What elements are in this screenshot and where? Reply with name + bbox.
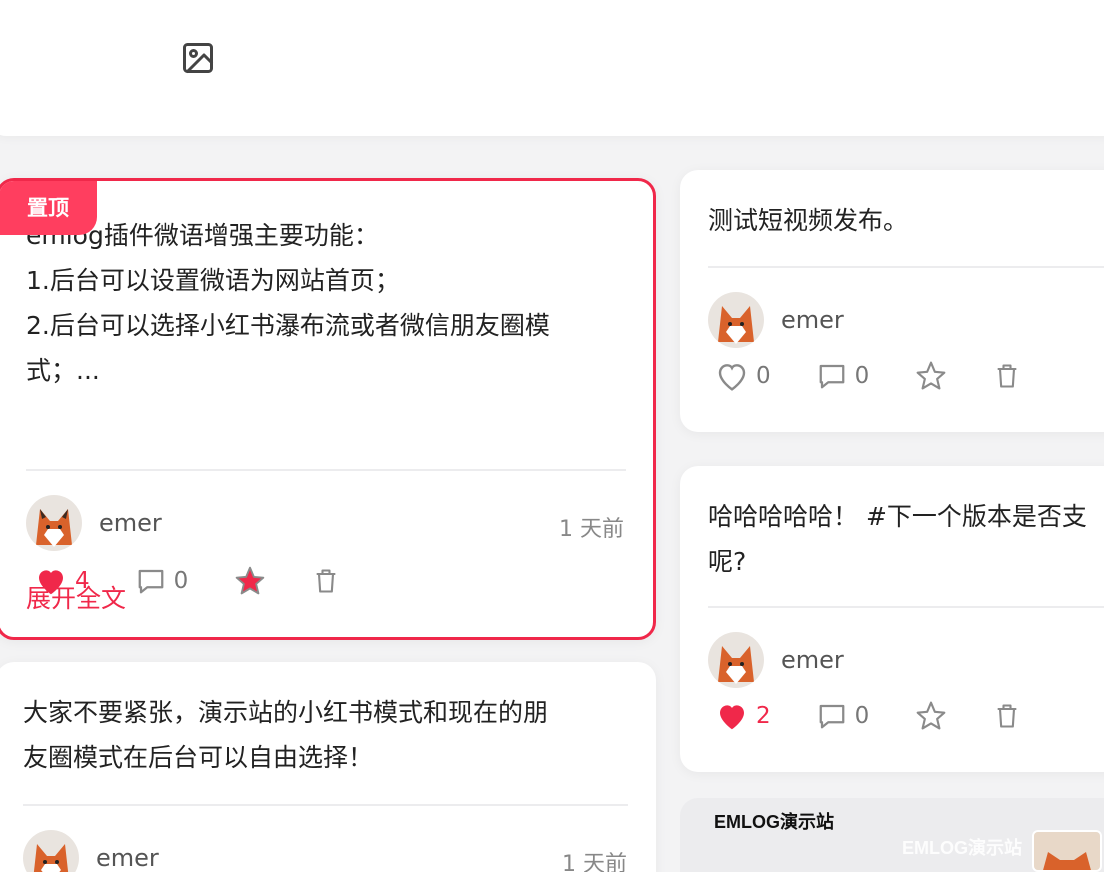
post-content-line: 友圈模式在后台可以自由选择！ [23, 743, 374, 772]
comment-icon [138, 569, 164, 594]
divider [23, 804, 628, 806]
post-card[interactable]: 测试短视频发布。 emer 0 0 [680, 170, 1104, 432]
post-content: 测试短视频发布。 [708, 198, 1104, 243]
heart-icon [718, 364, 746, 391]
post-content-line: 大家不要紧张，演示站的小红书模式和现在的朋 [23, 698, 549, 727]
divider [708, 606, 1104, 608]
avatar[interactable] [26, 495, 82, 551]
star-icon [916, 701, 946, 730]
favorite-button[interactable] [915, 360, 947, 392]
comment-button[interactable]: 0 [817, 701, 870, 731]
action-row: 4 0 [35, 565, 386, 597]
comment-icon [819, 364, 845, 389]
heart-filled-icon [720, 705, 744, 730]
post-content: 大家不要紧张，演示站的小红书模式和现在的朋 友圈模式在后台可以自由选择！ [23, 690, 643, 780]
like-button[interactable]: 2 [716, 701, 771, 731]
post-content-line: 哈哈哈哈哈！ #下一个版本是否支 [708, 502, 1087, 531]
post-content-line: 2.后台可以选择小红书瀑布流或者微信朋友圈模 [26, 311, 550, 340]
action-row: 2 0 [716, 700, 1067, 732]
post-content-line: 1.后台可以设置微语为网站首页； [26, 266, 400, 295]
trash-icon [316, 569, 336, 593]
site-title: EMLOG演示站 [714, 812, 834, 832]
author-row: emer [708, 292, 844, 348]
post-time: 1 天前 [559, 517, 624, 542]
author-name[interactable]: emer [781, 646, 844, 674]
delete-button[interactable] [993, 701, 1021, 731]
comment-button[interactable]: 0 [136, 566, 189, 596]
heart-filled-icon [39, 570, 63, 595]
author-row: emer [708, 632, 844, 688]
post-content-line: 测试短视频发布。 [708, 206, 909, 235]
favorite-button[interactable] [234, 565, 266, 597]
comment-icon [819, 704, 845, 729]
comment-button[interactable]: 0 [817, 361, 870, 391]
post-content-line: 呢? [708, 547, 747, 576]
avatar[interactable] [23, 830, 79, 872]
comment-count: 0 [854, 363, 870, 389]
action-row: 0 0 [716, 360, 1067, 392]
divider [26, 469, 626, 471]
composer-panel [0, 0, 1104, 136]
author-row: emer [26, 495, 162, 551]
post-card-pinned[interactable]: 置顶 emlog插件微语增强主要功能： 1.后台可以设置微语为网站首页； 2.后… [0, 178, 656, 640]
star-icon [916, 361, 946, 390]
like-button[interactable]: 4 [35, 566, 90, 596]
site-watermark: EMLOG演示站 [902, 838, 1022, 858]
post-content: emlog插件微语增强主要功能： 1.后台可以设置微语为网站首页； 2.后台可以… [26, 213, 626, 393]
comment-count: 0 [173, 568, 189, 594]
divider [708, 266, 1104, 268]
trash-icon [997, 364, 1017, 388]
pinned-badge: 置顶 [0, 181, 97, 235]
like-count: 4 [75, 568, 90, 594]
author-name[interactable]: emer [781, 306, 844, 334]
delete-button[interactable] [993, 361, 1021, 391]
comment-count: 0 [854, 703, 870, 729]
favorite-button[interactable] [915, 700, 947, 732]
post-content-line: 式；... [26, 356, 100, 385]
site-widget: EMLOG演示站 EMLOG演示站 [680, 798, 1104, 872]
post-content: 哈哈哈哈哈！ #下一个版本是否支 呢? [708, 494, 1104, 584]
star-filled-icon [236, 566, 265, 595]
site-thumbnail [1032, 830, 1102, 872]
post-card[interactable]: 大家不要紧张，演示站的小红书模式和现在的朋 友圈模式在后台可以自由选择！ eme… [0, 662, 656, 872]
trash-icon [997, 704, 1017, 728]
post-card[interactable]: 哈哈哈哈哈！ #下一个版本是否支 呢? emer 2 0 [680, 466, 1104, 772]
avatar[interactable] [708, 632, 764, 688]
like-count: 2 [756, 703, 771, 729]
like-button[interactable]: 0 [716, 361, 771, 391]
author-row: emer [23, 830, 159, 872]
avatar[interactable] [708, 292, 764, 348]
image-upload-button[interactable] [180, 40, 216, 76]
delete-button[interactable] [312, 566, 340, 596]
like-count: 0 [756, 363, 771, 389]
post-time: 1 天前 [562, 852, 627, 872]
post-content-line: emlog插件微语增强主要功能： [26, 221, 379, 250]
image-icon [183, 43, 213, 73]
author-name[interactable]: emer [96, 844, 159, 872]
author-name[interactable]: emer [99, 509, 162, 537]
